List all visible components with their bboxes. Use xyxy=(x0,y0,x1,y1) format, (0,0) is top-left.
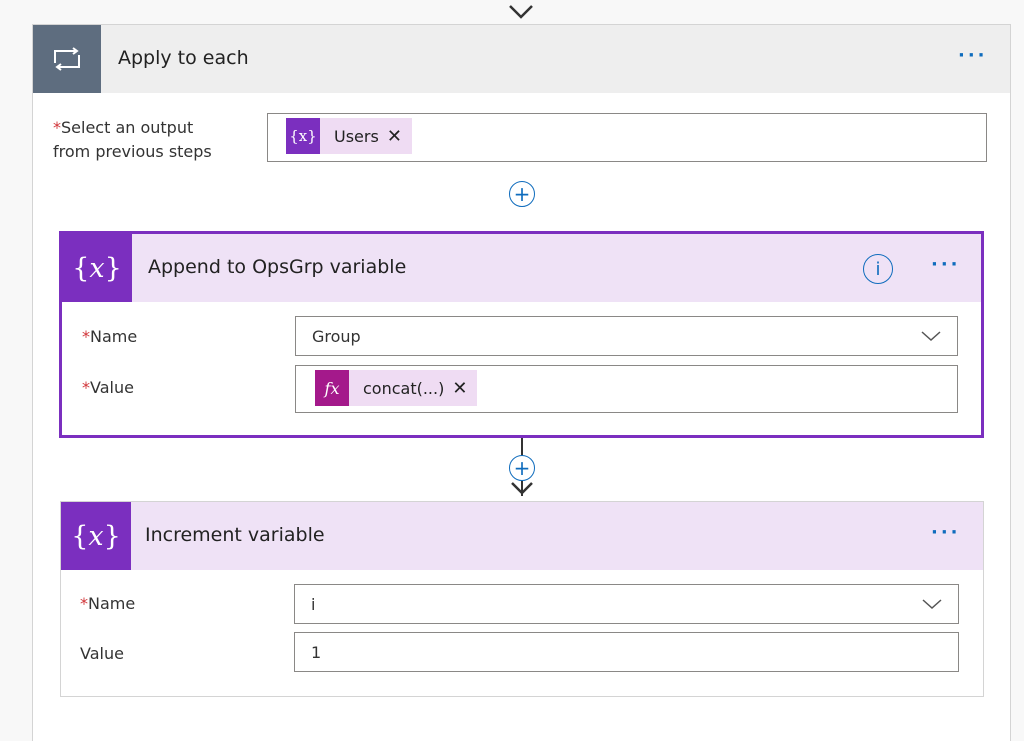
increment-variable-action: {x} Increment variable ··· *Name i Value… xyxy=(60,501,984,697)
remove-token-button[interactable]: ✕ xyxy=(444,378,477,399)
select-output-label-line2: from previous steps xyxy=(53,142,212,161)
name-dropdown-value: Group xyxy=(312,327,361,346)
apply-to-each-more-button[interactable]: ··· xyxy=(958,45,988,66)
name-label: *Name xyxy=(80,594,136,613)
concat-token[interactable]: fx concat(...) ✕ xyxy=(315,370,478,406)
select-output-label: *Select an output xyxy=(53,118,194,137)
value-label: *Value xyxy=(82,378,134,397)
value-input-text: 1 xyxy=(311,643,322,662)
select-output-field[interactable]: {x} Users ✕ xyxy=(267,113,987,162)
variable-icon: {x} xyxy=(286,118,320,154)
chevron-down-icon xyxy=(922,599,942,610)
flow-arrow-icon xyxy=(509,5,533,19)
add-step-icon[interactable]: + xyxy=(509,181,535,207)
required-marker: * xyxy=(82,327,90,346)
apply-to-each-header[interactable]: Apply to each ··· xyxy=(33,25,1010,93)
chevron-down-icon xyxy=(921,331,941,342)
name-dropdown[interactable]: i xyxy=(294,584,959,624)
append-variable-more-button[interactable]: ··· xyxy=(931,254,961,275)
function-icon: fx xyxy=(315,370,349,406)
variable-icon: {x} xyxy=(62,234,132,302)
required-marker: * xyxy=(80,594,88,613)
users-token-label: Users xyxy=(334,126,379,146)
apply-to-each-title: Apply to each xyxy=(118,47,249,69)
increment-variable-title: Increment variable xyxy=(145,524,325,546)
variable-icon: {x} xyxy=(61,502,131,570)
increment-variable-header[interactable]: {x} Increment variable ··· xyxy=(61,502,983,570)
name-label: *Name xyxy=(82,327,138,346)
loop-icon xyxy=(33,25,101,93)
append-variable-title: Append to OpsGrp variable xyxy=(148,256,407,278)
value-field[interactable]: fx concat(...) ✕ xyxy=(295,365,958,413)
info-icon[interactable]: i xyxy=(863,254,893,284)
remove-token-button[interactable]: ✕ xyxy=(379,126,412,147)
concat-token-label: concat(...) xyxy=(363,378,445,398)
apply-to-each-action: Apply to each ··· *Select an output from… xyxy=(32,24,1011,741)
users-token[interactable]: {x} Users ✕ xyxy=(286,118,412,154)
value-label: Value xyxy=(80,644,124,663)
required-marker: * xyxy=(82,378,90,397)
value-input[interactable]: 1 xyxy=(294,632,959,672)
name-dropdown-value: i xyxy=(311,595,316,614)
required-marker: * xyxy=(53,118,61,137)
name-dropdown[interactable]: Group xyxy=(295,316,958,356)
add-step-icon[interactable]: + xyxy=(509,455,535,481)
append-variable-action: {x} Append to OpsGrp variable i ··· *Nam… xyxy=(59,231,984,438)
increment-variable-more-button[interactable]: ··· xyxy=(931,522,961,543)
append-variable-header[interactable]: {x} Append to OpsGrp variable i ··· xyxy=(62,234,981,302)
